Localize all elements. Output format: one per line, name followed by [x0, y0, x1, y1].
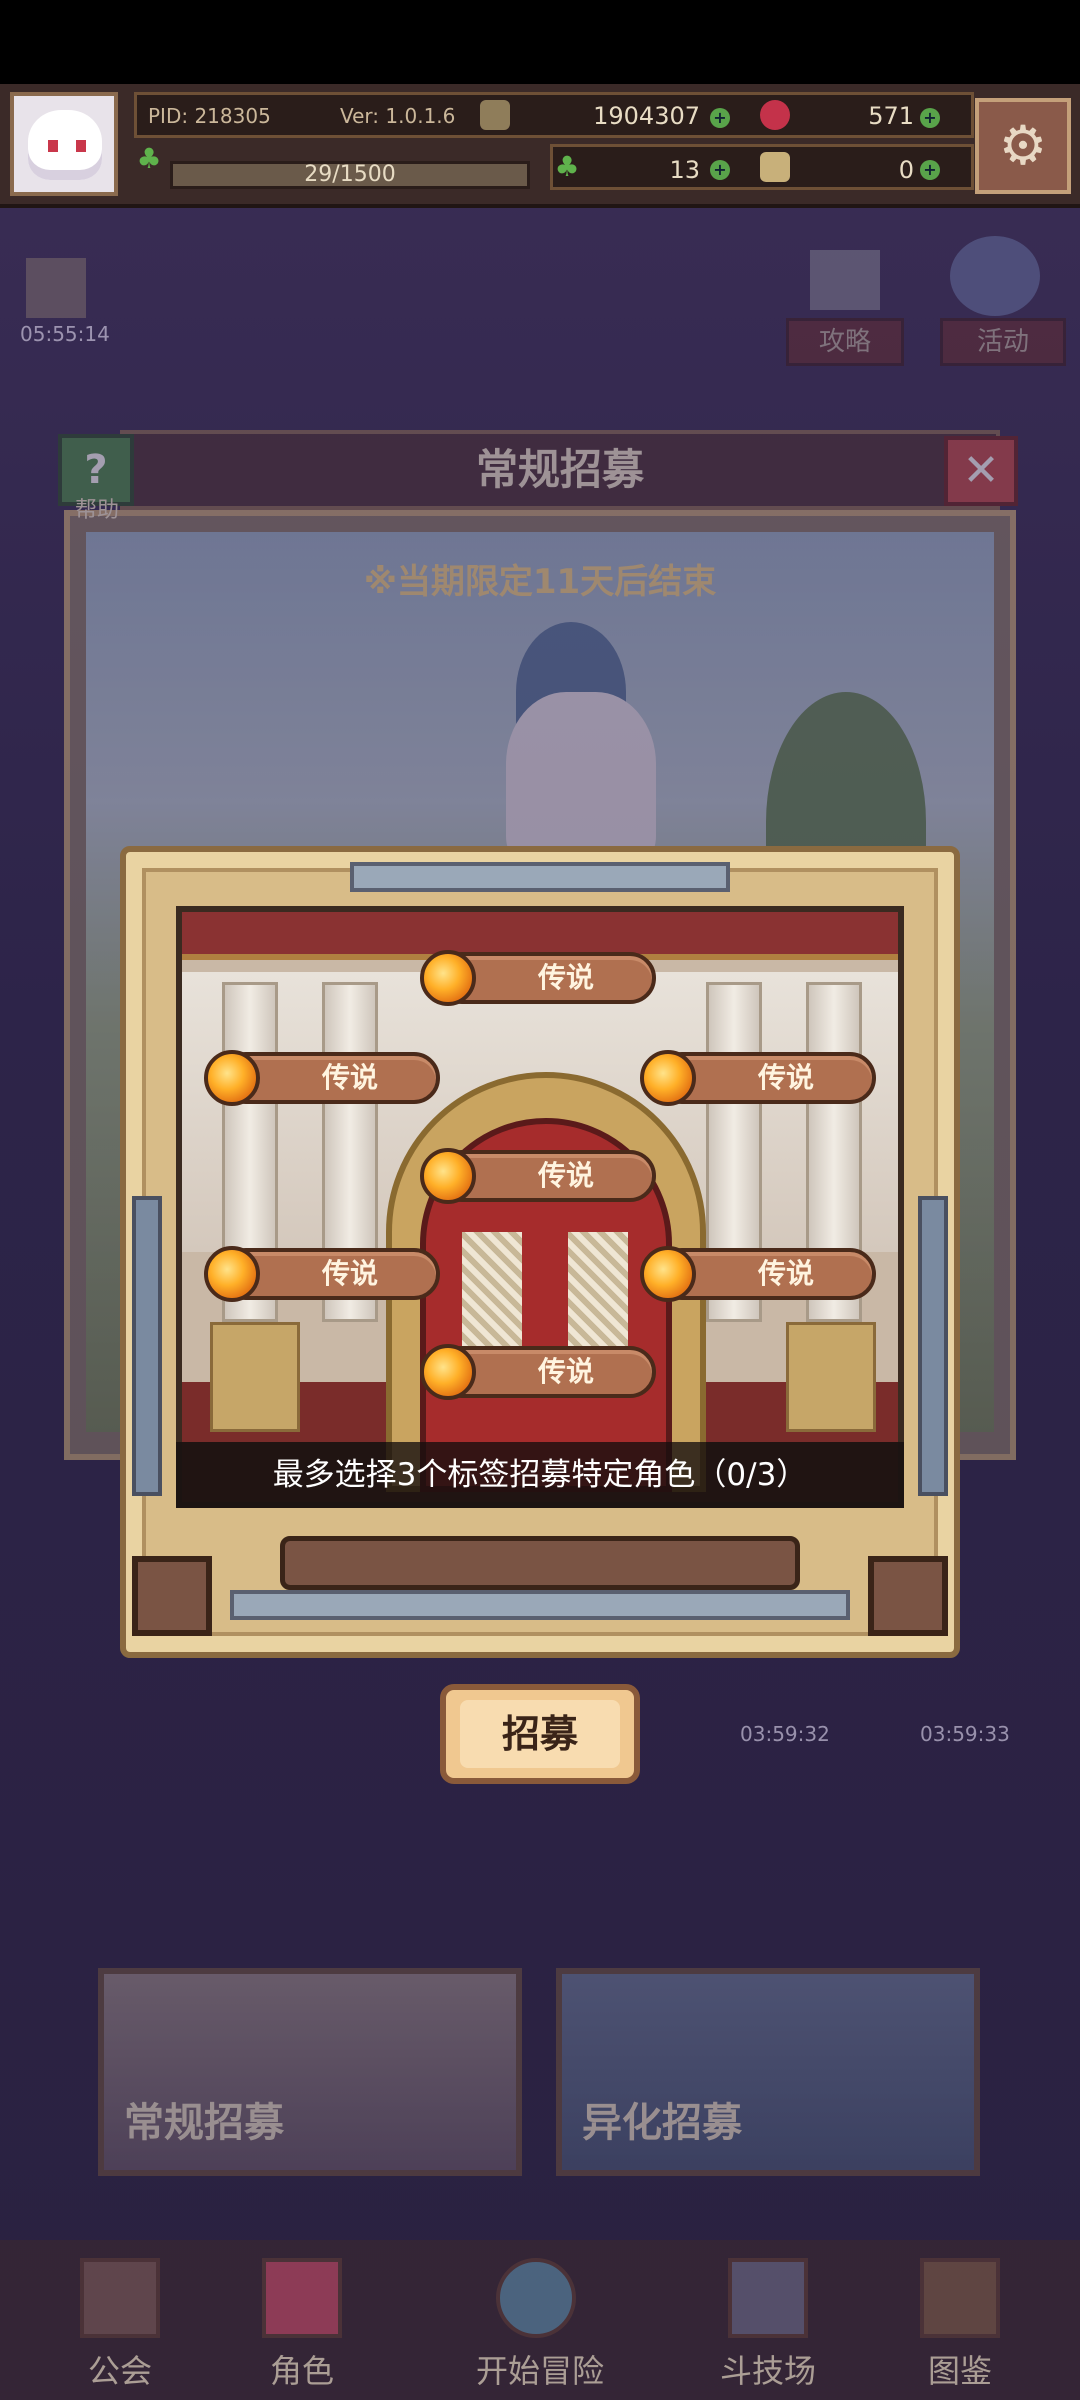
alien-recruit-tab[interactable]: 异化招募 [556, 1968, 980, 2176]
exp-text: 29/1500 [304, 162, 396, 187]
limited-notice: ※当期限定11天后结束 [363, 562, 717, 602]
add-coin-icon[interactable]: + [710, 108, 730, 128]
pid-label: PID: 218305 [148, 104, 271, 128]
column-base [786, 1322, 876, 1432]
add-clover-icon[interactable]: + [710, 160, 730, 180]
nav-label: 公会 [87, 2352, 152, 2390]
avatar-eye [76, 140, 86, 152]
tag-label: 传说 [537, 961, 594, 994]
tag-legend[interactable]: 传说 [200, 1242, 440, 1304]
nav-start-adventure[interactable]: 开始冒险 [440, 2250, 640, 2400]
pool-timer: 03:59:33 [920, 1722, 1010, 1746]
avatar-eye [48, 140, 58, 152]
clover-icon: ♣ [554, 150, 580, 183]
tag-legend[interactable]: 传说 [200, 1046, 440, 1108]
frame-side-left [132, 1196, 162, 1496]
tag-legend[interactable]: 传说 [416, 1144, 656, 1206]
regular-recruit-label: 常规招募 [124, 2100, 284, 2146]
version-label: Ver: 1.0.1.6 [340, 104, 456, 128]
guild-icon [80, 2258, 160, 2338]
tag-legend[interactable]: 传说 [416, 1340, 656, 1402]
chat-icon [810, 250, 880, 310]
dialog-title: 常规招募 [475, 445, 644, 494]
top-hud: PID: 218305 Ver: 1.0.1.6 1904307 + 571 +… [0, 84, 1080, 208]
nav-label: 角色 [269, 2352, 334, 2390]
legend-gem-icon [420, 1344, 476, 1400]
nav-label: 开始冒险 [475, 2352, 604, 2390]
clover-icon: ♣ [136, 142, 162, 175]
guide-button[interactable]: 攻略 [786, 318, 904, 366]
recruit-button-label: 招募 [501, 1712, 578, 1756]
player-avatar[interactable] [10, 92, 118, 196]
tag-label: 传说 [537, 1159, 594, 1192]
clover-count: 13 [669, 156, 700, 184]
gift-icon[interactable] [26, 258, 86, 318]
tag-legend[interactable]: 传说 [636, 1046, 876, 1108]
exp-bar: 29/1500 [170, 161, 530, 189]
tag-label: 传说 [321, 1257, 378, 1290]
tag-legend[interactable]: 传说 [636, 1242, 876, 1304]
recruit-button[interactable]: 招募 [440, 1684, 640, 1784]
book-icon [920, 2258, 1000, 2338]
legend-gem-icon [420, 950, 476, 1006]
frame-corner-box [868, 1556, 948, 1636]
nav-label: 斗技场 [719, 2352, 816, 2390]
nav-label: 图鉴 [927, 2352, 992, 2390]
tag-label: 传说 [321, 1061, 378, 1094]
nav-arena[interactable]: 斗技场 [688, 2250, 848, 2400]
settings-button[interactable]: ⚙ [975, 98, 1071, 194]
magnifier-icon [496, 2258, 576, 2338]
balloon-icon [950, 236, 1040, 316]
status-bar [0, 0, 1080, 84]
gift-timer: 05:55:14 [20, 322, 110, 346]
ticket-count: 0 [898, 156, 914, 184]
legend-gem-icon [640, 1050, 696, 1106]
legend-gem-icon [204, 1050, 260, 1106]
nav-characters[interactable]: 角色 [222, 2250, 382, 2400]
frame-top-strip [350, 862, 730, 892]
alien-recruit-label: 异化招募 [582, 2100, 742, 2146]
pool-timer: 03:59:32 [740, 1722, 830, 1746]
frame-side-right [918, 1196, 948, 1496]
thumb-icon [760, 152, 790, 182]
gem-icon [760, 100, 790, 130]
add-ticket-icon[interactable]: + [920, 160, 940, 180]
nav-guild[interactable]: 公会 [40, 2250, 200, 2400]
help-label: 帮助 [74, 498, 119, 523]
character-icon [262, 2258, 342, 2338]
gear-icon: ⚙ [998, 114, 1048, 177]
event-button[interactable]: 活动 [940, 318, 1066, 366]
tag-selection-modal: 传说 传说 传说 传说 传说 传说 传说 最多选择3个标签招募特定角色（0/3） [120, 846, 960, 1658]
frame-bottom-strip [230, 1590, 850, 1620]
gem-count: 571 [868, 102, 914, 130]
tag-legend[interactable]: 传说 [416, 946, 656, 1008]
tag-hint: 最多选择3个标签招募特定角色（0/3） [272, 1457, 808, 1493]
legend-gem-icon [204, 1246, 260, 1302]
avatar-hair [28, 110, 102, 180]
regular-recruit-tab[interactable]: 常规招募 [98, 1968, 522, 2176]
tag-label: 传说 [757, 1061, 814, 1094]
tag-label: 传说 [537, 1355, 594, 1388]
column-base [210, 1322, 300, 1432]
selected-tags-field [280, 1536, 800, 1590]
close-button[interactable]: ✕ [944, 436, 1018, 506]
crossed-swords-icon [728, 2258, 808, 2338]
tag-label: 传说 [757, 1257, 814, 1290]
character-figure [506, 692, 656, 872]
coin-icon [480, 100, 510, 130]
legend-gem-icon [640, 1246, 696, 1302]
add-gem-icon[interactable]: + [920, 108, 940, 128]
legend-gem-icon [420, 1148, 476, 1204]
frame-corner-box [132, 1556, 212, 1636]
coin-count: 1904307 [593, 102, 700, 130]
nav-codex[interactable]: 图鉴 [880, 2250, 1040, 2400]
